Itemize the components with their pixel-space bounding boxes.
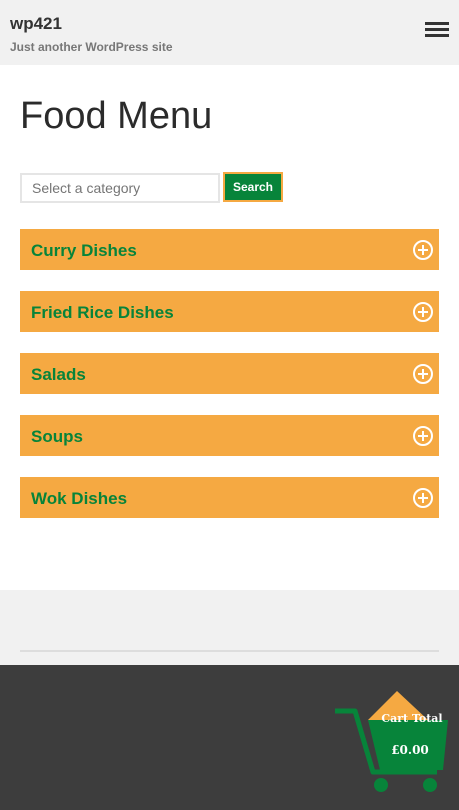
category-fried-rice-dishes[interactable]: Fried Rice Dishes (20, 291, 439, 332)
search-button[interactable]: Search (223, 172, 283, 202)
site-header: wp421 Just another WordPress site (0, 0, 459, 65)
hamburger-menu-icon[interactable] (425, 22, 449, 40)
category-label: Fried Rice Dishes (31, 303, 174, 322)
expand-plus-icon[interactable] (413, 240, 433, 260)
cart-total-label: Cart Total (381, 712, 443, 725)
category-label: Curry Dishes (31, 241, 137, 260)
category-soups[interactable]: Soups (20, 415, 439, 456)
category-label: Soups (31, 427, 83, 446)
site-title[interactable]: wp421 (10, 14, 62, 34)
category-curry-dishes[interactable]: Curry Dishes (20, 229, 439, 270)
category-label: Salads (31, 365, 86, 384)
site-description: Just another WordPress site (10, 40, 173, 54)
expand-plus-icon[interactable] (413, 426, 433, 446)
expand-plus-icon[interactable] (413, 488, 433, 508)
expand-plus-icon[interactable] (413, 302, 433, 322)
footer-divider (20, 650, 439, 652)
category-salads[interactable]: Salads (20, 353, 439, 394)
category-wok-dishes[interactable]: Wok Dishes (20, 477, 439, 518)
page-title: Food Menu (20, 95, 213, 137)
cart-total-value: £0.00 (391, 743, 429, 757)
main-content: Food Menu Search Curry Dishes Fried Rice… (0, 65, 459, 590)
category-select[interactable] (20, 173, 220, 203)
expand-plus-icon[interactable] (413, 364, 433, 384)
category-label: Wok Dishes (31, 489, 128, 508)
